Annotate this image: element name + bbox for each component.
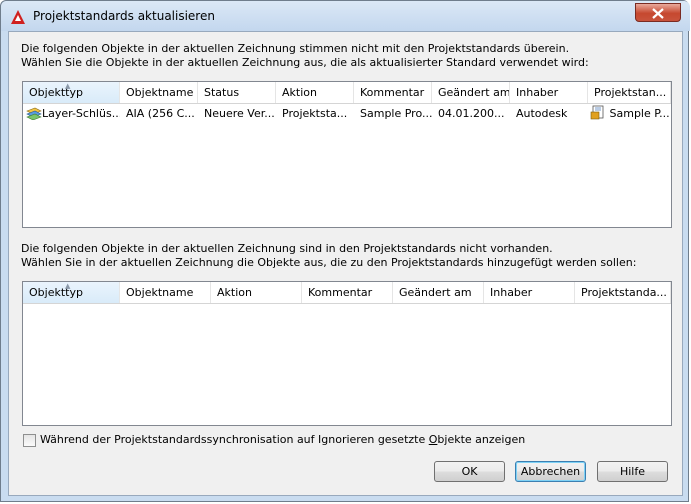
column-header-objekttyp[interactable]: ▲ Objekttyp (23, 82, 120, 103)
column-header-projektstandard[interactable]: Projektstan... (588, 82, 671, 103)
layer-key-icon (26, 107, 42, 121)
column-header-inhaber[interactable]: Inhaber (484, 282, 575, 303)
column-header-aktion[interactable]: Aktion (276, 82, 354, 103)
missing-objects-list[interactable]: ▲ Objekttyp Objektname Aktion Kommentar … (22, 281, 672, 426)
show-ignored-objects-checkbox[interactable] (23, 434, 36, 447)
cell-kommentar: Sample Pro... (360, 107, 432, 120)
dialog-body: Die folgenden Objekte in der aktuellen Z… (8, 31, 683, 496)
column-header-geaendert-am[interactable]: Geändert am (393, 282, 484, 303)
cell-aktion[interactable]: Projektsta... (276, 104, 354, 123)
cancel-button[interactable]: Abbrechen (515, 461, 586, 482)
column-header-inhaber[interactable]: Inhaber (510, 82, 588, 103)
autocad-icon (11, 10, 25, 24)
sort-up-icon: ▲ (65, 282, 71, 290)
cell-objekttyp: Layer-Schlüs... (23, 104, 120, 123)
help-button[interactable]: Hilfe (597, 461, 668, 482)
section2-desc-line1: Die folgenden Objekte in der aktuellen Z… (21, 242, 553, 255)
section2-description: Die folgenden Objekte in der aktuellen Z… (21, 242, 661, 270)
column-header-objektname[interactable]: Objektname (120, 282, 211, 303)
dialog-window: Projektstandards aktualisieren Die folge… (0, 0, 690, 502)
section1-desc-line1: Die folgenden Objekte in der aktuellen Z… (21, 42, 570, 55)
column-header-status[interactable]: Status (198, 82, 276, 103)
section1-description: Die folgenden Objekte in der aktuellen Z… (21, 42, 661, 70)
list1-header: ▲ Objekttyp Objektname Status Aktion Kom… (23, 82, 671, 104)
sort-up-icon: ▲ (65, 82, 71, 90)
nonconforming-objects-list[interactable]: ▲ Objekttyp Objektname Status Aktion Kom… (22, 81, 672, 228)
cell-projektstandard: Sample P... (588, 104, 671, 123)
table-row[interactable]: Layer-Schlüs... AIA (256 C... Neuere Ver… (23, 104, 671, 123)
cell-status: Neuere Ver... (204, 107, 275, 120)
section2-desc-line2: Wählen Sie in der aktuellen Zeichnung di… (21, 256, 637, 269)
ok-button[interactable]: OK (434, 461, 505, 482)
cell-geaendert-am: 04.01.200... (438, 107, 505, 120)
title-bar[interactable]: Projektstandards aktualisieren (1, 1, 690, 31)
column-header-kommentar[interactable]: Kommentar (354, 82, 432, 103)
column-header-aktion[interactable]: Aktion (211, 282, 302, 303)
cell-inhaber: Autodesk (516, 107, 568, 120)
close-button[interactable] (635, 3, 681, 22)
column-header-kommentar[interactable]: Kommentar (302, 282, 393, 303)
close-icon (652, 8, 664, 19)
column-header-objektname[interactable]: Objektname (120, 82, 198, 103)
standards-file-icon (590, 105, 604, 120)
column-header-geaendert-am[interactable]: Geändert am (432, 82, 510, 103)
section1-desc-line2: Wählen Sie die Objekte in der aktuellen … (21, 56, 589, 69)
window-title: Projektstandards aktualisieren (33, 9, 215, 23)
column-header-objekttyp[interactable]: ▲ Objekttyp (23, 282, 120, 303)
cell-objektname: AIA (256 C... (126, 107, 195, 120)
show-ignored-objects-label[interactable]: Während der Projektstandardssynchronisat… (40, 433, 525, 446)
column-header-projektstandard[interactable]: Projektstanda... (575, 282, 671, 303)
list2-header: ▲ Objekttyp Objektname Aktion Kommentar … (23, 282, 671, 304)
